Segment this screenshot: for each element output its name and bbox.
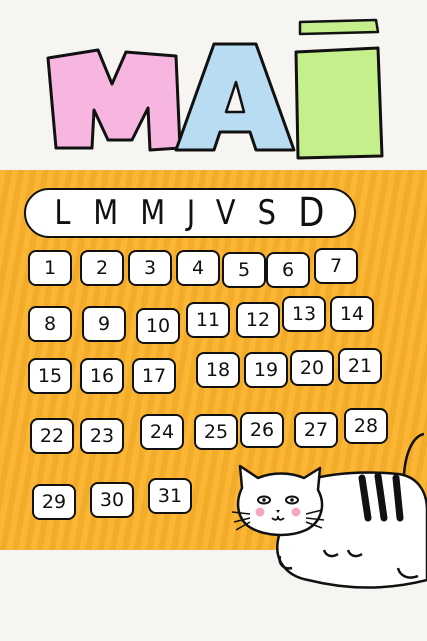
day-cell: 8 [28, 306, 72, 342]
day-cell: 11 [186, 302, 230, 338]
day-cell: 10 [136, 308, 180, 344]
weekday-label: L [54, 193, 71, 233]
day-cell: 13 [282, 296, 326, 332]
day-cell: 12 [236, 302, 280, 338]
day-cell: 4 [176, 250, 220, 286]
day-cell: 14 [330, 296, 374, 332]
day-cell: 30 [90, 482, 134, 518]
day-cell: 3 [128, 250, 172, 286]
day-cell: 24 [140, 414, 184, 450]
day-cell: 1 [28, 250, 72, 286]
title-letter-m [46, 48, 182, 152]
day-cell: 9 [82, 306, 126, 342]
day-cell: 21 [338, 348, 382, 384]
cat-illustration [231, 432, 427, 589]
day-cell: 15 [28, 358, 72, 394]
day-cell: 5 [222, 252, 266, 288]
weekday-label: M [140, 193, 166, 233]
day-cell: 22 [30, 418, 74, 454]
day-cell: 18 [196, 352, 240, 388]
weekday-label: D [298, 190, 325, 236]
day-cell: 29 [32, 484, 76, 520]
day-cell: 23 [80, 418, 124, 454]
day-cell: 2 [80, 250, 124, 286]
weekday-header: L M M J V S D [24, 188, 356, 238]
day-cell: 19 [244, 352, 288, 388]
day-cell: 31 [148, 478, 192, 514]
day-cell: 16 [80, 358, 124, 394]
day-cell: 20 [290, 350, 334, 386]
month-title-letters [46, 18, 384, 160]
day-cell: 6 [266, 252, 310, 288]
day-cell: 7 [314, 248, 358, 284]
title-letter-i [294, 46, 384, 160]
weekday-label: M [92, 193, 118, 233]
weekday-label: V [216, 193, 236, 233]
day-cell: 17 [132, 358, 176, 394]
weekday-label: S [257, 193, 276, 233]
month-title [0, 0, 427, 170]
weekday-label: J [186, 193, 196, 233]
